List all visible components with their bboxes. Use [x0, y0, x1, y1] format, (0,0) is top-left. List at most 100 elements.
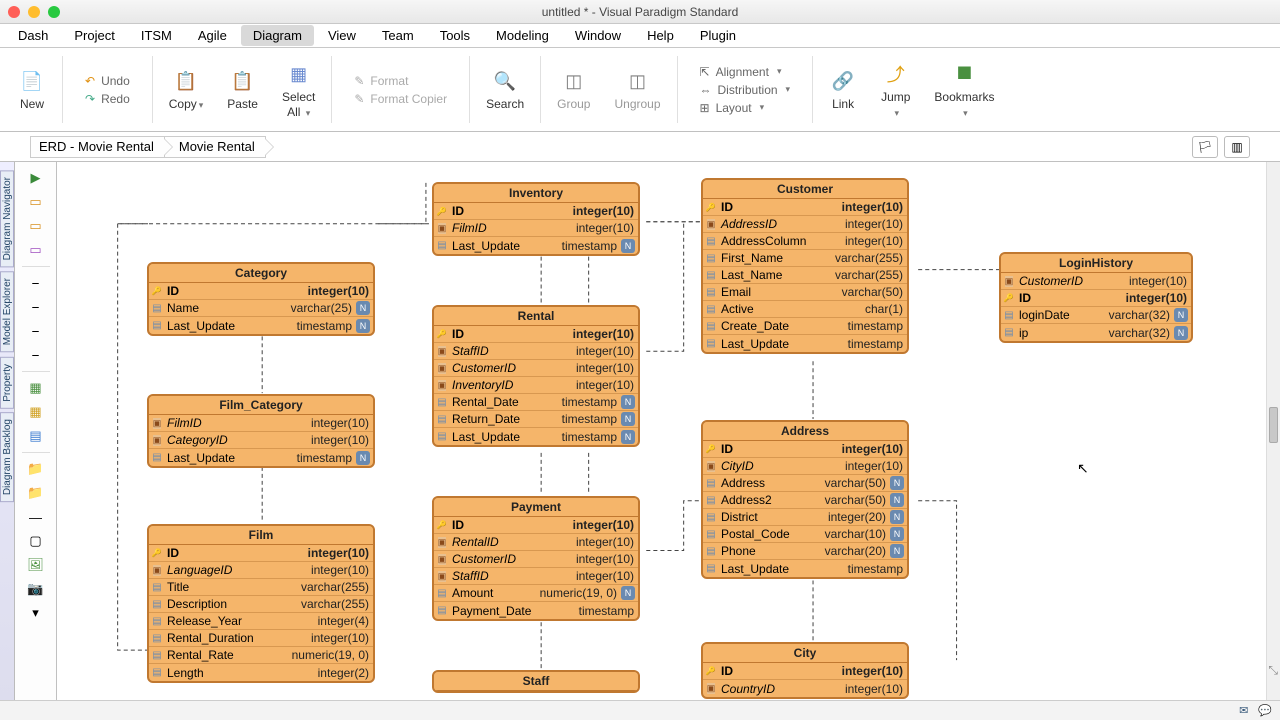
- ungroup-button[interactable]: ◫ Ungroup: [602, 48, 672, 131]
- column-row[interactable]: Rental_Durationinteger(10): [149, 630, 373, 647]
- menu-window[interactable]: Window: [563, 25, 633, 46]
- entity-customer[interactable]: CustomerIDinteger(10)AddressIDinteger(10…: [701, 178, 909, 354]
- rel-4-icon[interactable]: ⎯: [26, 345, 46, 365]
- column-row[interactable]: Payment_Datetimestamp: [434, 602, 638, 619]
- column-row[interactable]: Activechar(1): [703, 301, 907, 318]
- tab-diagram-backlog[interactable]: Diagram Backlog: [0, 412, 14, 502]
- column-row[interactable]: Phonevarchar(20)N: [703, 543, 907, 560]
- column-row[interactable]: AddressIDinteger(10): [703, 216, 907, 233]
- line-icon[interactable]: —: [26, 507, 46, 527]
- vertical-scrollbar[interactable]: [1266, 162, 1280, 700]
- column-row[interactable]: RentalIDinteger(10): [434, 534, 638, 551]
- column-row[interactable]: Last_UpdatetimestampN: [434, 428, 638, 445]
- tab-diagram-navigator[interactable]: Diagram Navigator: [0, 170, 14, 267]
- search-button[interactable]: 🔍 Search: [474, 48, 536, 131]
- column-row[interactable]: Last_UpdatetimestampN: [434, 237, 638, 254]
- undo-button[interactable]: ↶Undo: [79, 72, 136, 90]
- column-row[interactable]: IDinteger(10): [149, 545, 373, 562]
- rel-2-icon[interactable]: ⎯: [26, 297, 46, 317]
- select-all-button[interactable]: ▦ SelectAll ▾: [270, 48, 327, 131]
- entity-tool-icon[interactable]: ▭: [26, 192, 46, 212]
- column-row[interactable]: IDinteger(10): [434, 326, 638, 343]
- camera-icon[interactable]: 📷: [26, 579, 46, 599]
- column-row[interactable]: IDinteger(10): [1001, 290, 1191, 307]
- entity-address[interactable]: AddressIDinteger(10)CityIDinteger(10)Add…: [701, 420, 909, 579]
- column-row[interactable]: ipvarchar(32)N: [1001, 324, 1191, 341]
- column-row[interactable]: IDinteger(10): [703, 441, 907, 458]
- layout-button[interactable]: ⊞Layout▾: [694, 99, 771, 117]
- column-row[interactable]: IDinteger(10): [434, 203, 638, 220]
- copy-button[interactable]: 📋 Copy▾: [157, 48, 216, 131]
- bookmarks-button[interactable]: ⯀ Bookmarks▾: [922, 48, 1006, 131]
- chat-icon[interactable]: 💬: [1258, 704, 1272, 717]
- layout-toggle-button[interactable]: ▥: [1224, 136, 1250, 158]
- column-row[interactable]: Namevarchar(25)N: [149, 300, 373, 317]
- column-row[interactable]: Rental_DatetimestampN: [434, 394, 638, 411]
- column-row[interactable]: Districtinteger(20)N: [703, 509, 907, 526]
- column-row[interactable]: AddressColumninteger(10): [703, 233, 907, 250]
- column-row[interactable]: LanguageIDinteger(10): [149, 562, 373, 579]
- column-row[interactable]: FilmIDinteger(10): [149, 415, 373, 432]
- doc-blue-icon[interactable]: ▤: [26, 426, 46, 446]
- menu-tools[interactable]: Tools: [428, 25, 482, 46]
- column-row[interactable]: StaffIDinteger(10): [434, 343, 638, 360]
- column-row[interactable]: Last_Updatetimestamp: [703, 335, 907, 352]
- column-row[interactable]: Create_Datetimestamp: [703, 318, 907, 335]
- link-button[interactable]: 🔗 Link: [817, 48, 869, 131]
- column-row[interactable]: IDinteger(10): [149, 283, 373, 300]
- column-row[interactable]: Last_Namevarchar(255): [703, 267, 907, 284]
- column-row[interactable]: IDinteger(10): [703, 199, 907, 216]
- column-row[interactable]: FilmIDinteger(10): [434, 220, 638, 237]
- new-button[interactable]: 📄 New: [6, 48, 58, 131]
- column-row[interactable]: CountryIDinteger(10): [703, 680, 907, 697]
- menu-diagram[interactable]: Diagram: [241, 25, 314, 46]
- group-button[interactable]: ◫ Group: [545, 48, 602, 131]
- jump-button[interactable]: ⤴ Jump▾: [869, 48, 922, 131]
- column-row[interactable]: Titlevarchar(255): [149, 579, 373, 596]
- scroll-thumb[interactable]: [1269, 407, 1278, 443]
- column-row[interactable]: Last_Updatetimestamp: [703, 560, 907, 577]
- column-row[interactable]: Postal_Codevarchar(10)N: [703, 526, 907, 543]
- resize-grip-icon[interactable]: ⤡: [1268, 663, 1278, 678]
- entity-rental[interactable]: RentalIDinteger(10)StaffIDinteger(10)Cus…: [432, 305, 640, 447]
- column-row[interactable]: Amountnumeric(19, 0)N: [434, 585, 638, 602]
- flag-button[interactable]: 🏳: [1192, 136, 1218, 158]
- column-row[interactable]: Descriptionvarchar(255): [149, 596, 373, 613]
- view-tool-icon[interactable]: ▭: [26, 240, 46, 260]
- entity-inventory[interactable]: InventoryIDinteger(10)FilmIDinteger(10)L…: [432, 182, 640, 256]
- entity-category[interactable]: CategoryIDinteger(10)Namevarchar(25)NLas…: [147, 262, 375, 336]
- cursor-tool-icon[interactable]: ▶: [26, 168, 46, 188]
- image-icon[interactable]: 🖼: [26, 555, 46, 575]
- entity-filmcat[interactable]: Film_CategoryFilmIDinteger(10)CategoryID…: [147, 394, 375, 468]
- menu-project[interactable]: Project: [62, 25, 126, 46]
- entity-film[interactable]: FilmIDinteger(10)LanguageIDinteger(10)Ti…: [147, 524, 375, 683]
- column-row[interactable]: CustomerIDinteger(10): [1001, 273, 1191, 290]
- menu-itsm[interactable]: ITSM: [129, 25, 184, 46]
- chevron-down-icon[interactable]: ▾: [26, 603, 46, 623]
- folder-icon[interactable]: 📁: [26, 459, 46, 479]
- distribution-button[interactable]: ⇔Distribution▾: [694, 81, 797, 99]
- column-row[interactable]: Last_UpdatetimestampN: [149, 317, 373, 334]
- square-icon[interactable]: ▢: [26, 531, 46, 551]
- breadcrumb-item[interactable]: ERD - Movie Rental: [30, 136, 165, 158]
- menu-modeling[interactable]: Modeling: [484, 25, 561, 46]
- column-row[interactable]: Return_DatetimestampN: [434, 411, 638, 428]
- column-row[interactable]: Emailvarchar(50): [703, 284, 907, 301]
- menu-help[interactable]: Help: [635, 25, 686, 46]
- column-row[interactable]: Addressvarchar(50)N: [703, 475, 907, 492]
- column-row[interactable]: loginDatevarchar(32)N: [1001, 307, 1191, 324]
- menu-team[interactable]: Team: [370, 25, 426, 46]
- entity-loginhistory[interactable]: LoginHistoryCustomerIDinteger(10)IDinteg…: [999, 252, 1193, 343]
- alignment-button[interactable]: ⇱Alignment▾: [694, 63, 788, 81]
- mail-icon[interactable]: ✉: [1239, 704, 1248, 717]
- tab-property[interactable]: Property: [0, 357, 14, 409]
- entity2-tool-icon[interactable]: ▭: [26, 216, 46, 236]
- column-row[interactable]: IDinteger(10): [434, 517, 638, 534]
- entity-staff[interactable]: Staff: [432, 670, 640, 693]
- column-row[interactable]: Lengthinteger(2): [149, 664, 373, 681]
- rel-1-icon[interactable]: ⎯: [26, 273, 46, 293]
- column-row[interactable]: Last_UpdatetimestampN: [149, 449, 373, 466]
- entity-city[interactable]: CityIDinteger(10)CountryIDinteger(10): [701, 642, 909, 699]
- column-row[interactable]: CustomerIDinteger(10): [434, 360, 638, 377]
- menu-view[interactable]: View: [316, 25, 368, 46]
